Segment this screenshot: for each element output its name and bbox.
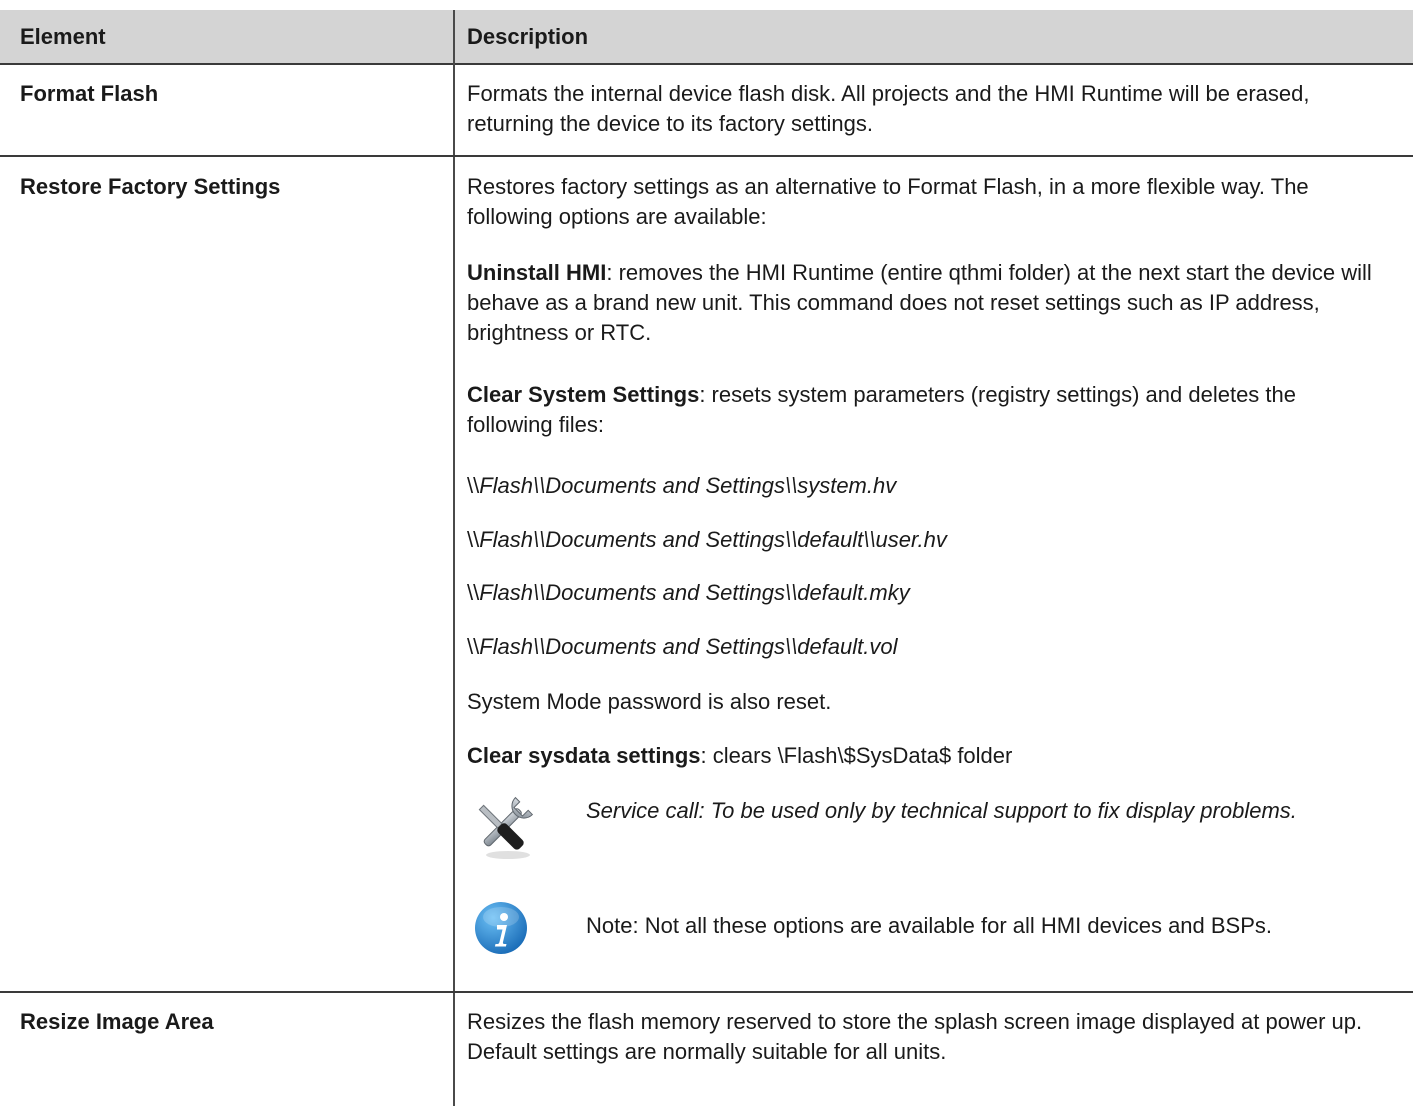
path-seg: Documents and Settings — [545, 634, 785, 659]
password-reset-text: System Mode password is also reset. — [467, 689, 832, 714]
column-divider — [453, 10, 455, 1106]
path-seg: Flash — [479, 473, 534, 498]
row-resize-description: Resizes the flash memory reserved to sto… — [467, 1009, 1363, 1064]
header-description: Description — [467, 24, 589, 49]
path-sep: \\ — [533, 527, 546, 552]
row-separator — [0, 991, 1413, 993]
path-sep: \\ — [533, 473, 546, 498]
row-separator — [0, 155, 1413, 157]
path-seg: Documents and Settings — [545, 527, 785, 552]
restore-intro: Restores factory settings as an alternat… — [467, 174, 1309, 229]
path-sep: \\ — [533, 634, 546, 659]
row-resize-element: Resize Image Area — [20, 1009, 214, 1034]
file-path: \\Flash\\Documents and Settings\\default… — [467, 525, 1377, 555]
service-call-note: Service call: To be used only by technic… — [586, 798, 1297, 823]
info-icon — [473, 900, 529, 956]
path-seg: Documents and Settings — [545, 580, 785, 605]
path-sep: \\ — [784, 527, 798, 552]
path-seg: Documents and Settings — [545, 473, 785, 498]
path-sep: \\ — [467, 634, 480, 659]
path-seg: system.hv — [797, 473, 897, 498]
table-header: Element Description — [0, 10, 1413, 65]
path-seg: Flash — [479, 580, 534, 605]
path-seg: Flash — [479, 634, 534, 659]
uninstall-label: Uninstall HMI — [467, 260, 607, 285]
path-sep: \\ — [467, 527, 480, 552]
path-seg: default.vol — [797, 634, 898, 659]
settings-table: Element Description Format Flash Formats… — [0, 0, 1413, 1106]
path-sep: \\ — [467, 580, 480, 605]
file-path: \\Flash\\Documents and Settings\\default… — [467, 578, 1377, 608]
path-sep: \\ — [863, 527, 876, 552]
file-path: \\Flash\\Documents and Settings\\default… — [467, 632, 1377, 662]
clear-system-label: Clear System Settings — [467, 382, 700, 407]
path-seg: user.hv — [875, 527, 947, 552]
path-sep: \\ — [784, 580, 798, 605]
row-restore-element: Restore Factory Settings — [20, 174, 281, 199]
path-seg: Flash — [479, 527, 534, 552]
path-sep: \\ — [784, 634, 798, 659]
sysdata-paragraph: Clear sysdata settings: clears \Flash\$S… — [467, 741, 1377, 771]
path-seg: default.mky — [797, 580, 910, 605]
info-note: Note: Not all these options are availabl… — [586, 913, 1273, 938]
tools-icon — [468, 793, 536, 863]
path-seg: default — [797, 527, 864, 552]
clear-system-paragraph: Clear System Settings: resets system par… — [467, 380, 1377, 440]
path-sep: \\ — [784, 473, 798, 498]
header-element: Element — [20, 24, 106, 49]
row-format-flash-element: Format Flash — [20, 81, 159, 106]
sysdata-label: Clear sysdata settings — [467, 743, 701, 768]
sysdata-text: : clears \Flash\$SysData$ folder — [700, 743, 1013, 768]
row-restore-description: Restores factory settings as an alternat… — [467, 172, 1377, 232]
file-path: \\Flash\\Documents and Settings\\system.… — [467, 471, 1377, 501]
path-sep: \\ — [533, 580, 546, 605]
uninstall-paragraph: Uninstall HMI: removes the HMI Runtime (… — [467, 258, 1377, 348]
path-sep: \\ — [467, 473, 480, 498]
row-format-flash-description: Formats the internal device flash disk. … — [467, 81, 1310, 136]
